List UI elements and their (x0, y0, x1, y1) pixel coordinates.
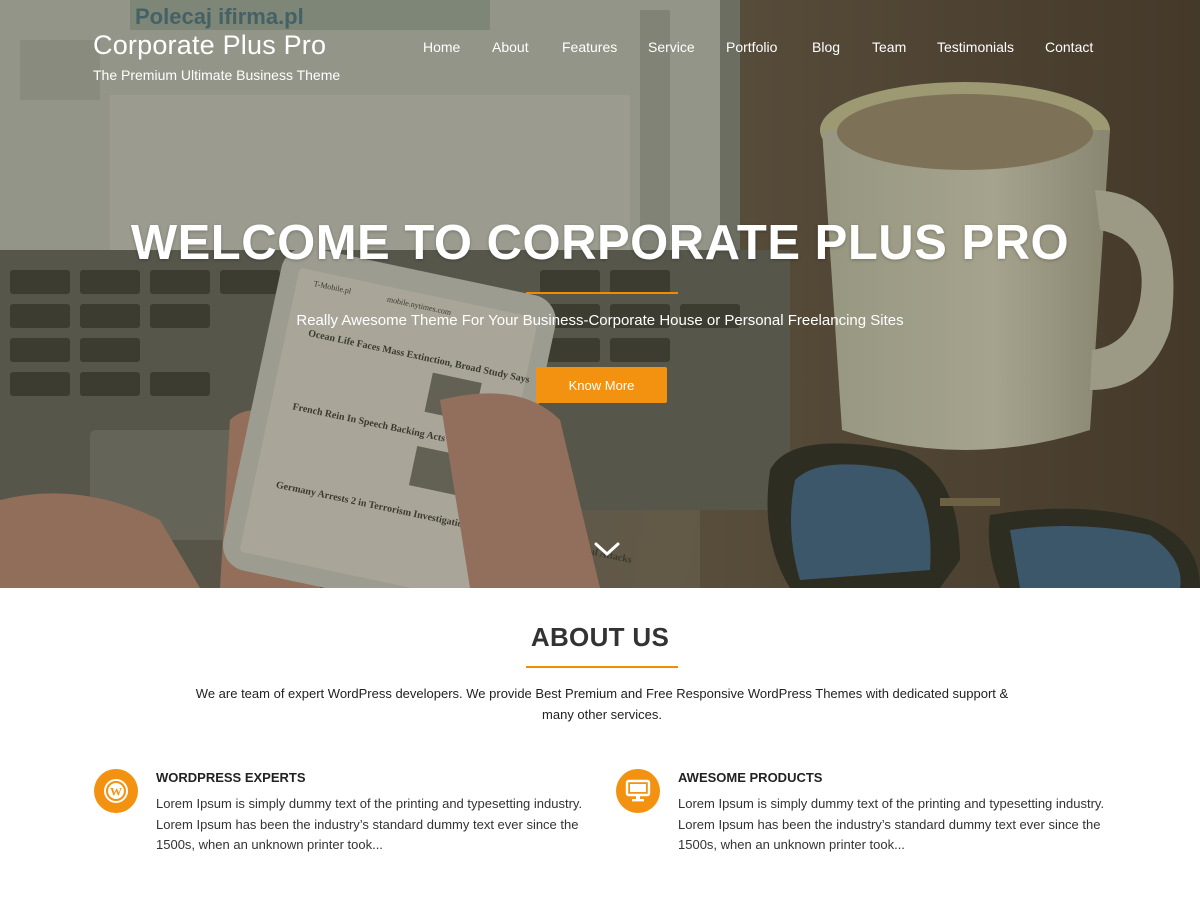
nav-item-portfolio[interactable]: Portfolio (726, 39, 777, 55)
main-nav: Home About Features Service Portfolio Bl… (0, 39, 1200, 59)
svg-text:W: W (110, 785, 122, 799)
nav-item-blog[interactable]: Blog (812, 39, 840, 55)
wordpress-icon: W (94, 769, 138, 813)
hero-section: Polecaj ifirma.pl T-Mobile.pl mobile.nyt… (0, 0, 1200, 588)
nav-item-team[interactable]: Team (872, 39, 906, 55)
feature-text: Lorem Ipsum is simply dummy text of the … (156, 796, 583, 852)
about-title-divider (526, 666, 678, 668)
nav-item-home[interactable]: Home (423, 39, 460, 55)
desktop-icon (616, 769, 660, 813)
feature-title: WORDPRESS EXPERTS (156, 770, 306, 785)
nav-item-about[interactable]: About (492, 39, 529, 55)
know-more-button[interactable]: Know More (536, 367, 667, 403)
about-title: ABOUT US (530, 622, 670, 652)
nav-item-features[interactable]: Features (562, 39, 617, 55)
hero-title-divider (526, 292, 678, 294)
nav-item-testimonials[interactable]: Testimonials (937, 39, 1014, 55)
feature-text: Lorem Ipsum is simply dummy text of the … (678, 796, 1105, 852)
site-description: The Premium Ultimate Business Theme (93, 67, 341, 83)
about-description: We are team of expert WordPress develope… (195, 686, 1009, 722)
nav-item-service[interactable]: Service (648, 39, 695, 55)
chevron-down-icon[interactable] (593, 540, 621, 558)
hero-overlay (0, 0, 1200, 588)
hero-subtitle: Really Awesome Theme For Your Business-C… (296, 312, 904, 329)
nav-item-contact[interactable]: Contact (1045, 39, 1093, 55)
hero-title: WELCOME TO CORPORATE PLUS PRO (130, 216, 1070, 270)
feature-title: AWESOME PRODUCTS (678, 770, 823, 785)
